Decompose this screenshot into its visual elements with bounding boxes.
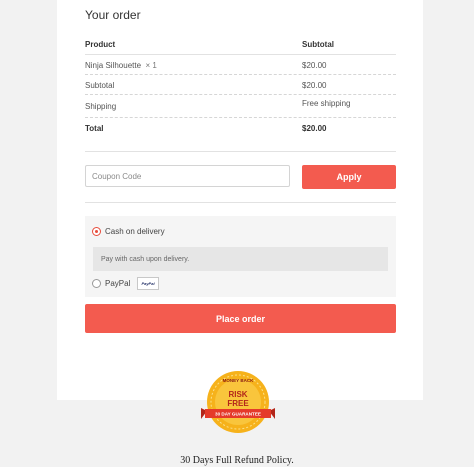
cod-description: Pay with cash upon delivery. [93,247,388,271]
table-divider [85,54,396,55]
apply-coupon-button[interactable]: Apply [302,165,396,189]
place-order-button[interactable]: Place order [85,304,396,333]
order-item-product: Ninja Silhouette × 1 [85,61,157,70]
table-divider [85,94,396,95]
shipping-label: Shipping [85,102,117,111]
badge-top-text: MONEY BACK [223,378,254,383]
badge-line2: FREE [227,399,249,408]
subtotal-label: Subtotal [85,81,115,90]
badge-ribbon-text: 30 DAY GUARANTEE [215,412,261,417]
badge-line1: RISK [228,390,247,399]
subtotal-column-header: Subtotal [302,40,334,49]
order-heading: Your order [85,8,141,22]
order-item-qty: × 1 [145,61,157,70]
cod-radio[interactable] [92,227,101,236]
paypal-label[interactable]: PayPal [105,279,130,288]
table-divider [85,117,396,118]
product-column-header: Product [85,40,116,49]
shipping-value: Free shipping [302,99,351,108]
total-value: $20.00 [302,124,327,133]
section-divider [85,151,396,152]
table-divider [85,74,396,75]
cod-label[interactable]: Cash on delivery [105,227,165,236]
section-divider [85,202,396,203]
order-card [57,0,423,400]
total-label: Total [85,124,104,133]
risk-free-guarantee-badge: MONEY BACK RISK FREE 30 DAY GUARANTEE [201,371,275,433]
order-item-price: $20.00 [302,61,327,70]
subtotal-value: $20.00 [302,81,327,90]
coupon-code-input[interactable] [85,165,290,187]
paypal-radio[interactable] [92,279,101,288]
order-item-name: Ninja Silhouette [85,61,142,70]
refund-policy-text: 30 Days Full Refund Policy. [180,455,294,466]
paypal-logo: PayPal [137,277,159,290]
paypal-logo-text: PayPal [141,281,155,286]
